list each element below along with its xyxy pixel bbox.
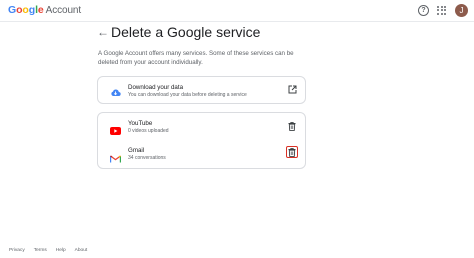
page-title: Delete a Google service: [111, 24, 261, 40]
intro-text: A Google Account offers many services. S…: [98, 50, 294, 66]
footer-links: Privacy Terms Help About: [9, 248, 87, 253]
service-detail: 34 conversations: [128, 155, 166, 161]
open-external-icon[interactable]: [286, 83, 298, 95]
download-subtitle: You can download your data before deleti…: [128, 92, 247, 98]
cloud-download-icon: [110, 84, 121, 102]
back-arrow-icon[interactable]: ←: [97, 25, 109, 39]
avatar[interactable]: J: [455, 4, 468, 17]
trash-icon: [288, 147, 296, 157]
delete-gmail-button[interactable]: [286, 146, 298, 158]
services-card: YouTube 0 videos uploaded Gmail 34 conve…: [97, 112, 306, 169]
trash-icon: [288, 121, 296, 131]
google-account-logo[interactable]: Google Account: [8, 4, 81, 16]
help-icon[interactable]: ?: [418, 5, 429, 16]
product-name: Account: [45, 5, 82, 16]
download-data-card[interactable]: Download your data You can download your…: [97, 76, 306, 104]
service-row-youtube: YouTube 0 videos uploaded: [98, 113, 305, 140]
top-bar: Google Account ? J: [0, 0, 474, 22]
service-name: Gmail: [128, 147, 145, 154]
service-detail: 0 videos uploaded: [128, 128, 169, 134]
apps-grid-icon[interactable]: [437, 5, 447, 16]
download-title: Download your data: [128, 84, 184, 91]
delete-youtube-button[interactable]: [286, 120, 298, 132]
service-name: YouTube: [128, 120, 153, 127]
service-row-gmail: Gmail 34 conversations: [98, 140, 305, 168]
youtube-icon: [110, 122, 121, 140]
gmail-icon: [109, 150, 122, 168]
footer-link-help[interactable]: Help: [56, 248, 66, 253]
footer-link-privacy[interactable]: Privacy: [9, 248, 25, 253]
footer-link-terms[interactable]: Terms: [34, 248, 47, 253]
footer-link-about[interactable]: About: [75, 248, 88, 253]
